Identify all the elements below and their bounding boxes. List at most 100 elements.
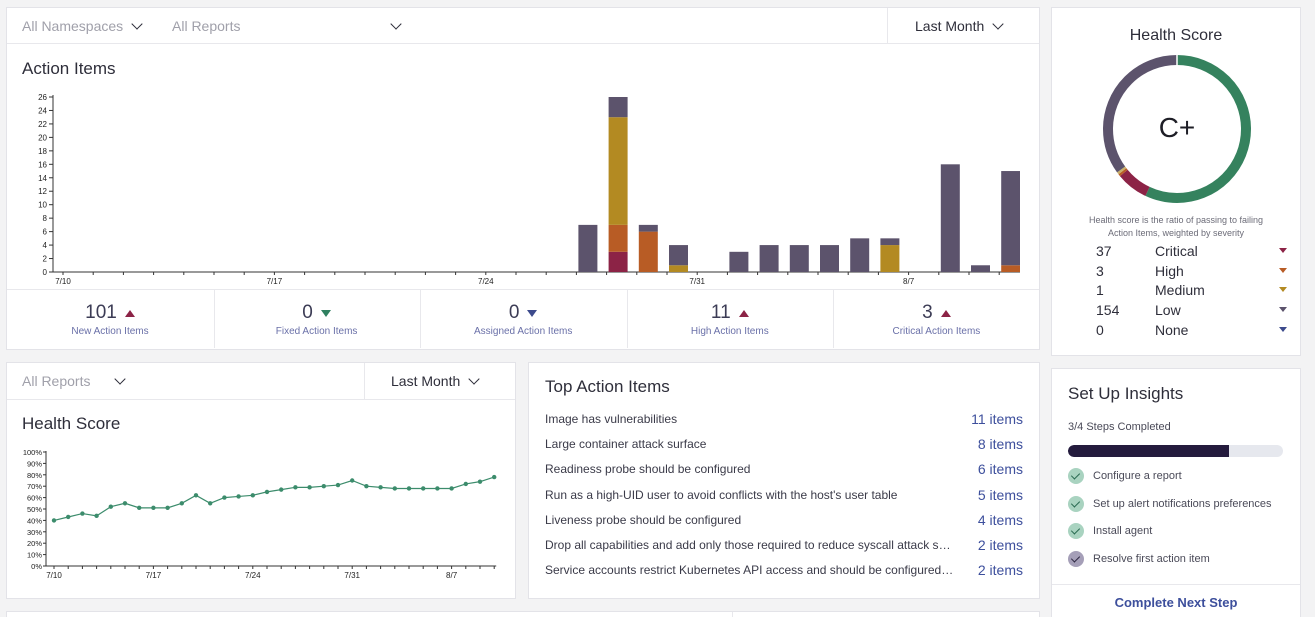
top-action-item-text: Liveness probe should be configured [545, 512, 742, 527]
insights-title: Set Up Insights [1068, 384, 1184, 403]
y-tick-label: 22 [38, 120, 47, 129]
health-point [463, 481, 468, 487]
reports-select[interactable]: All Reports [172, 17, 402, 34]
top-action-item-row[interactable]: Liveness probe should be configured 4 ite… [545, 512, 1025, 531]
severity-count: 0 [1096, 321, 1104, 338]
health-note-line1: Health score is the ratio of passing to … [1088, 215, 1264, 225]
health-point [51, 518, 57, 523]
top-action-item-row[interactable]: Large container attack surface 8 items [545, 436, 1025, 455]
top-action-item-row[interactable]: Readiness probe should be configured 6 it… [545, 461, 1025, 480]
bar-segment-low [789, 245, 809, 272]
namespace-select[interactable]: All Namespaces [22, 17, 143, 34]
filter-divider [7, 399, 515, 400]
top-action-item-row[interactable]: Drop all capabilities and add only those… [545, 537, 1025, 556]
y-tick-label: 12 [38, 187, 47, 196]
y-tick-label: 8 [43, 214, 48, 223]
stat-value: 11 [710, 302, 731, 323]
severity-row: 1 Medium [1096, 282, 1287, 300]
complete-next-step-button[interactable]: Complete Next Step [1052, 595, 1300, 610]
stat-item: 3 Critical Action Items [833, 290, 1039, 348]
stat-value-row: 11 [627, 302, 833, 324]
bar-segment-medium [608, 117, 628, 225]
bar-segment-low [608, 97, 628, 118]
trend-up-icon [940, 309, 951, 317]
health-point [392, 486, 397, 491]
insights-step-label: Set up alert notifications preferences [1093, 497, 1272, 510]
trend-up-icon [124, 309, 135, 317]
stat-divider [420, 290, 422, 348]
severity-count: 37 [1096, 243, 1112, 259]
history-reports-select[interactable]: All Reports [22, 372, 127, 389]
top-action-item-count-link[interactable]: 2 items [978, 537, 1023, 553]
stat-value: 101 [85, 302, 117, 323]
y-tick-label: 6 [43, 228, 48, 237]
y-tick-label: 20% [27, 539, 42, 548]
y-tick-label: 50% [27, 505, 42, 514]
top-action-item-text: Drop all capabilities and add only those… [545, 538, 955, 552]
insights-card [1051, 368, 1301, 617]
health-point [335, 482, 341, 488]
top-action-item-row[interactable]: Service accounts restrict Kubernetes API… [545, 562, 1025, 581]
top-action-item-count-link[interactable]: 6 items [978, 461, 1023, 477]
trend-down-blue-icon [527, 309, 538, 317]
health-point [293, 485, 298, 490]
top-action-item-text: Readiness probe should be configured [545, 462, 751, 477]
health-score-title: Health Score [1129, 27, 1223, 44]
x-tick-label: 7/10 [55, 277, 71, 286]
insights-progress-fill [1068, 445, 1230, 457]
x-tick-label: 8/7 [903, 277, 915, 286]
period-select[interactable]: Last Month [915, 17, 1004, 34]
chevron-down-icon [114, 372, 127, 385]
severity-name: None [1155, 321, 1189, 338]
health-note-line2: Action Items, weighted by severity [1107, 228, 1245, 238]
health-point [179, 501, 184, 506]
severity-row: 3 High [1096, 262, 1287, 281]
severity-row: 37 Critical [1096, 243, 1287, 261]
stat-label: New Action Items [71, 326, 149, 337]
top-action-item-count-link[interactable]: 5 items [978, 487, 1023, 503]
check-circle-icon [1068, 523, 1084, 539]
health-point [421, 486, 426, 491]
y-tick-label: 18 [38, 147, 47, 156]
history-period-label: Last Month [391, 373, 461, 389]
severity-count: 3 [1096, 262, 1104, 279]
stat-label: High Action Items [690, 326, 769, 337]
y-tick-label: 0% [31, 562, 42, 571]
health-point [193, 493, 199, 498]
bar-segment-low [759, 245, 779, 272]
bar-segment-low [729, 251, 749, 272]
bar-segment-high [1001, 265, 1020, 272]
health-point [250, 493, 255, 498]
y-tick-label: 16 [38, 160, 47, 169]
bar-segment-medium [880, 245, 900, 272]
top-action-item-count-link[interactable]: 11 items [971, 411, 1023, 427]
history-reports-label: All Reports [22, 373, 91, 389]
top-action-item-count-link[interactable]: 2 items [978, 562, 1023, 578]
stat-label: Assigned Action Items [473, 326, 573, 337]
stat-divider [833, 290, 835, 348]
health-grade: C+ [1158, 112, 1196, 143]
stat-value-row: 0 [214, 302, 420, 324]
health-point [165, 505, 170, 511]
top-action-item-count-link[interactable]: 8 items [978, 436, 1023, 452]
top-action-item-row[interactable]: Image has vulnerabilities 11 items [545, 411, 1025, 430]
stat-value-row: 0 [420, 302, 626, 324]
bar-segment-low [940, 164, 960, 272]
cta-divider [1052, 584, 1300, 585]
health-point [406, 486, 412, 491]
check-circle-icon [1068, 550, 1084, 567]
top-action-item-row[interactable]: Run as a high-UID user to avoid conflict… [545, 487, 1025, 506]
check-circle-icon [1068, 495, 1084, 512]
top-action-item-count-link[interactable]: 4 items [978, 512, 1023, 528]
y-tick-label: 40% [27, 516, 42, 525]
bar-segment-low [820, 245, 839, 272]
reports-select-label: All Reports [172, 18, 241, 34]
history-period-select[interactable]: Last Month [391, 372, 480, 389]
severity-name: High [1155, 262, 1184, 279]
select-divider [887, 8, 888, 43]
y-tick-label: 24 [38, 106, 47, 115]
bar-segment-medium [669, 265, 688, 272]
health-point [122, 501, 128, 506]
top-action-item-text: Run as a high-UID user to avoid conflict… [545, 487, 898, 502]
severity-caret-icon [1279, 267, 1287, 273]
